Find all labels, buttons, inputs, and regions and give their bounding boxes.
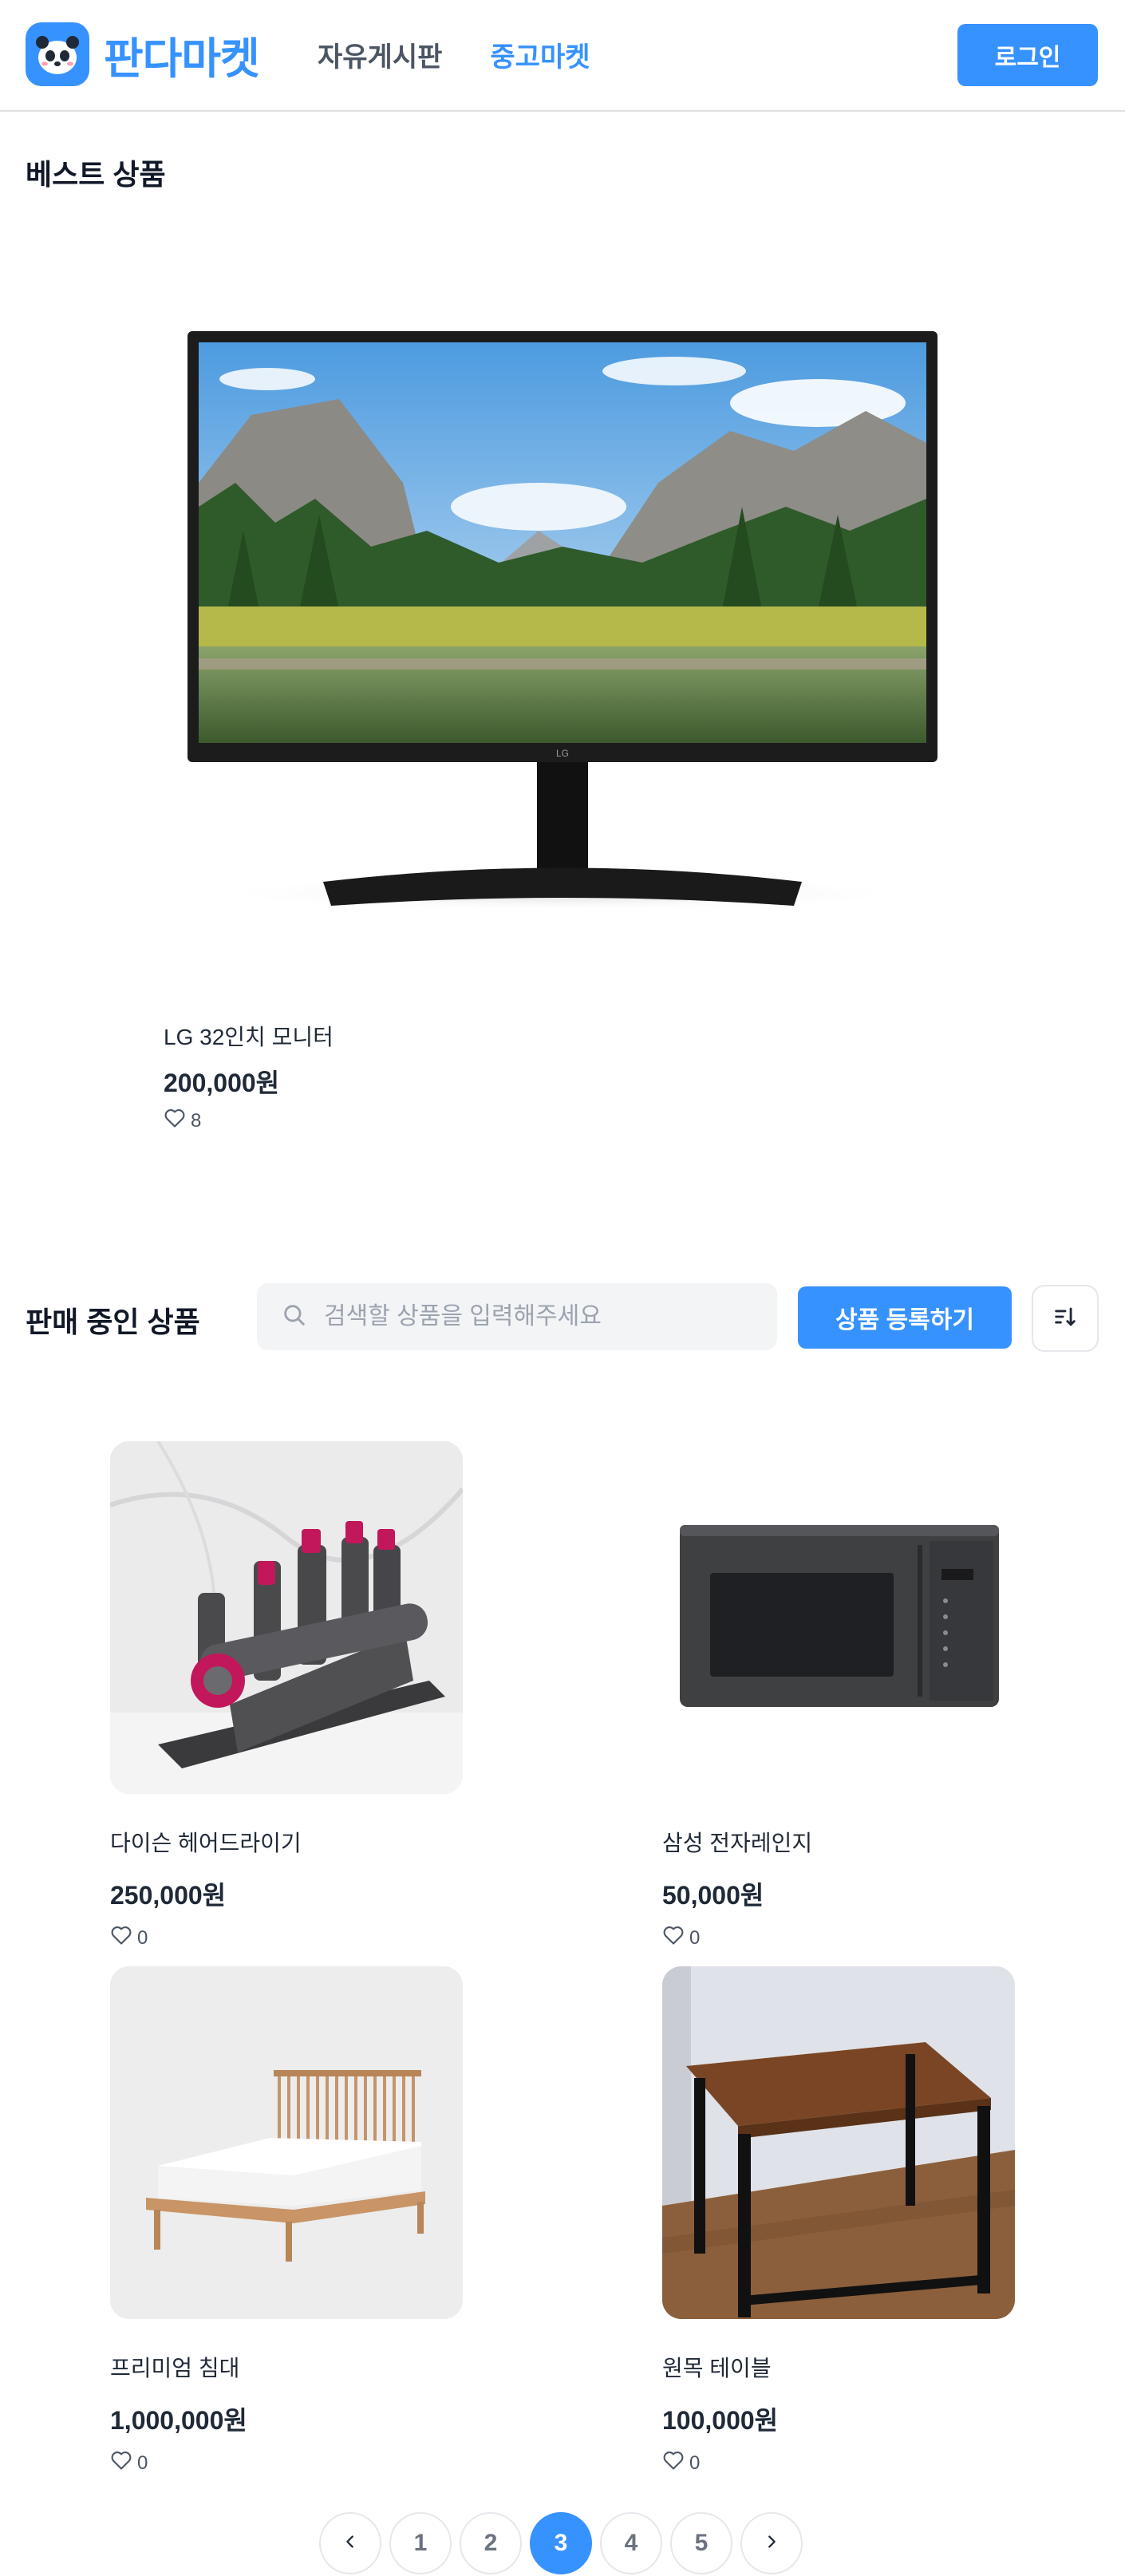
- logo[interactable]: 판다마켓: [26, 22, 260, 86]
- svg-text:LG: LG: [556, 748, 569, 759]
- best-product-likes: 8: [164, 1108, 201, 1134]
- product-likes: 0: [662, 2450, 1015, 2476]
- header: 판다마켓 자유게시판 중고마켓 로그인: [0, 0, 1125, 112]
- like-count: 0: [689, 1926, 701, 1949]
- product-price: 250,000원: [110, 1881, 227, 1910]
- product-name[interactable]: 삼성 전자레인지: [662, 1826, 1015, 1858]
- product-likes: 0: [662, 1925, 1015, 1951]
- main-nav: 자유게시판 중고마켓: [318, 35, 590, 74]
- heart-icon[interactable]: [662, 2450, 685, 2476]
- like-count: 0: [137, 2452, 148, 2474]
- on-sale-title: 판매 중인 상품: [26, 1306, 200, 1338]
- chevron-right-icon: [763, 2530, 780, 2557]
- nav-item-free-board[interactable]: 자유게시판: [318, 35, 442, 74]
- product-card[interactable]: 프리미엄 침대 1,000,000원 0: [110, 1966, 463, 2476]
- best-products-title: 베스트 상품: [26, 158, 166, 191]
- chevron-left-icon: [341, 2530, 359, 2557]
- search-input[interactable]: [324, 1303, 771, 1330]
- product-price: 100,000원: [662, 2406, 779, 2435]
- product-price: 1,000,000원: [110, 2406, 247, 2435]
- panda-logo-icon: [26, 22, 89, 86]
- product-name[interactable]: 프리미엄 침대: [110, 2351, 463, 2383]
- product-card[interactable]: 다이슨 헤어드라이기 250,000원 0: [110, 1441, 463, 1951]
- next-page-button[interactable]: [740, 2512, 803, 2574]
- page-button-3[interactable]: 3: [530, 2512, 592, 2574]
- heart-icon[interactable]: [110, 2450, 132, 2476]
- page-button-1[interactable]: 1: [389, 2512, 452, 2574]
- prev-page-button[interactable]: [319, 2512, 381, 2574]
- logo-text: 판다마켓: [104, 34, 260, 83]
- heart-icon[interactable]: [110, 1925, 132, 1951]
- product-name[interactable]: 다이슨 헤어드라이기: [110, 1826, 463, 1858]
- best-product-price: 200,000원: [164, 1069, 280, 1097]
- sort-icon: [1052, 1303, 1079, 1334]
- like-count: 0: [689, 2452, 701, 2474]
- table-image[interactable]: [662, 1966, 1015, 2319]
- page-button-2[interactable]: 2: [460, 2512, 522, 2574]
- product-card[interactable]: 원목 테이블 100,000원 0: [662, 1966, 1015, 2476]
- login-button[interactable]: 로그인: [957, 24, 1098, 86]
- product-likes: 0: [110, 1925, 463, 1951]
- product-name[interactable]: 원목 테이블: [662, 2351, 1015, 2383]
- product-card[interactable]: 삼성 전자레인지 50,000원 0: [662, 1441, 1015, 1951]
- search-bar: [257, 1283, 777, 1350]
- monitor-image[interactable]: LG: [164, 243, 961, 962]
- like-count: 0: [137, 1926, 148, 1949]
- pagination: 1 2 3 4 5: [319, 2512, 803, 2574]
- sort-button[interactable]: [1032, 1285, 1099, 1352]
- page-button-4[interactable]: 4: [600, 2512, 662, 2574]
- page-button-5[interactable]: 5: [670, 2512, 732, 2574]
- product-likes: 0: [110, 2450, 463, 2476]
- register-product-button[interactable]: 상품 등록하기: [798, 1286, 1012, 1349]
- search-icon: [281, 1302, 308, 1333]
- hair-dryer-image[interactable]: [110, 1441, 463, 1794]
- best-product-name[interactable]: LG 32인치 모니터: [164, 1020, 334, 1052]
- microwave-image[interactable]: [662, 1441, 1015, 1794]
- like-count: 8: [191, 1109, 202, 1132]
- heart-icon[interactable]: [662, 1925, 685, 1951]
- heart-icon[interactable]: [164, 1108, 186, 1134]
- product-price: 50,000원: [662, 1881, 764, 1910]
- bed-image[interactable]: [110, 1966, 463, 2319]
- nav-item-used-market[interactable]: 중고마켓: [490, 35, 590, 74]
